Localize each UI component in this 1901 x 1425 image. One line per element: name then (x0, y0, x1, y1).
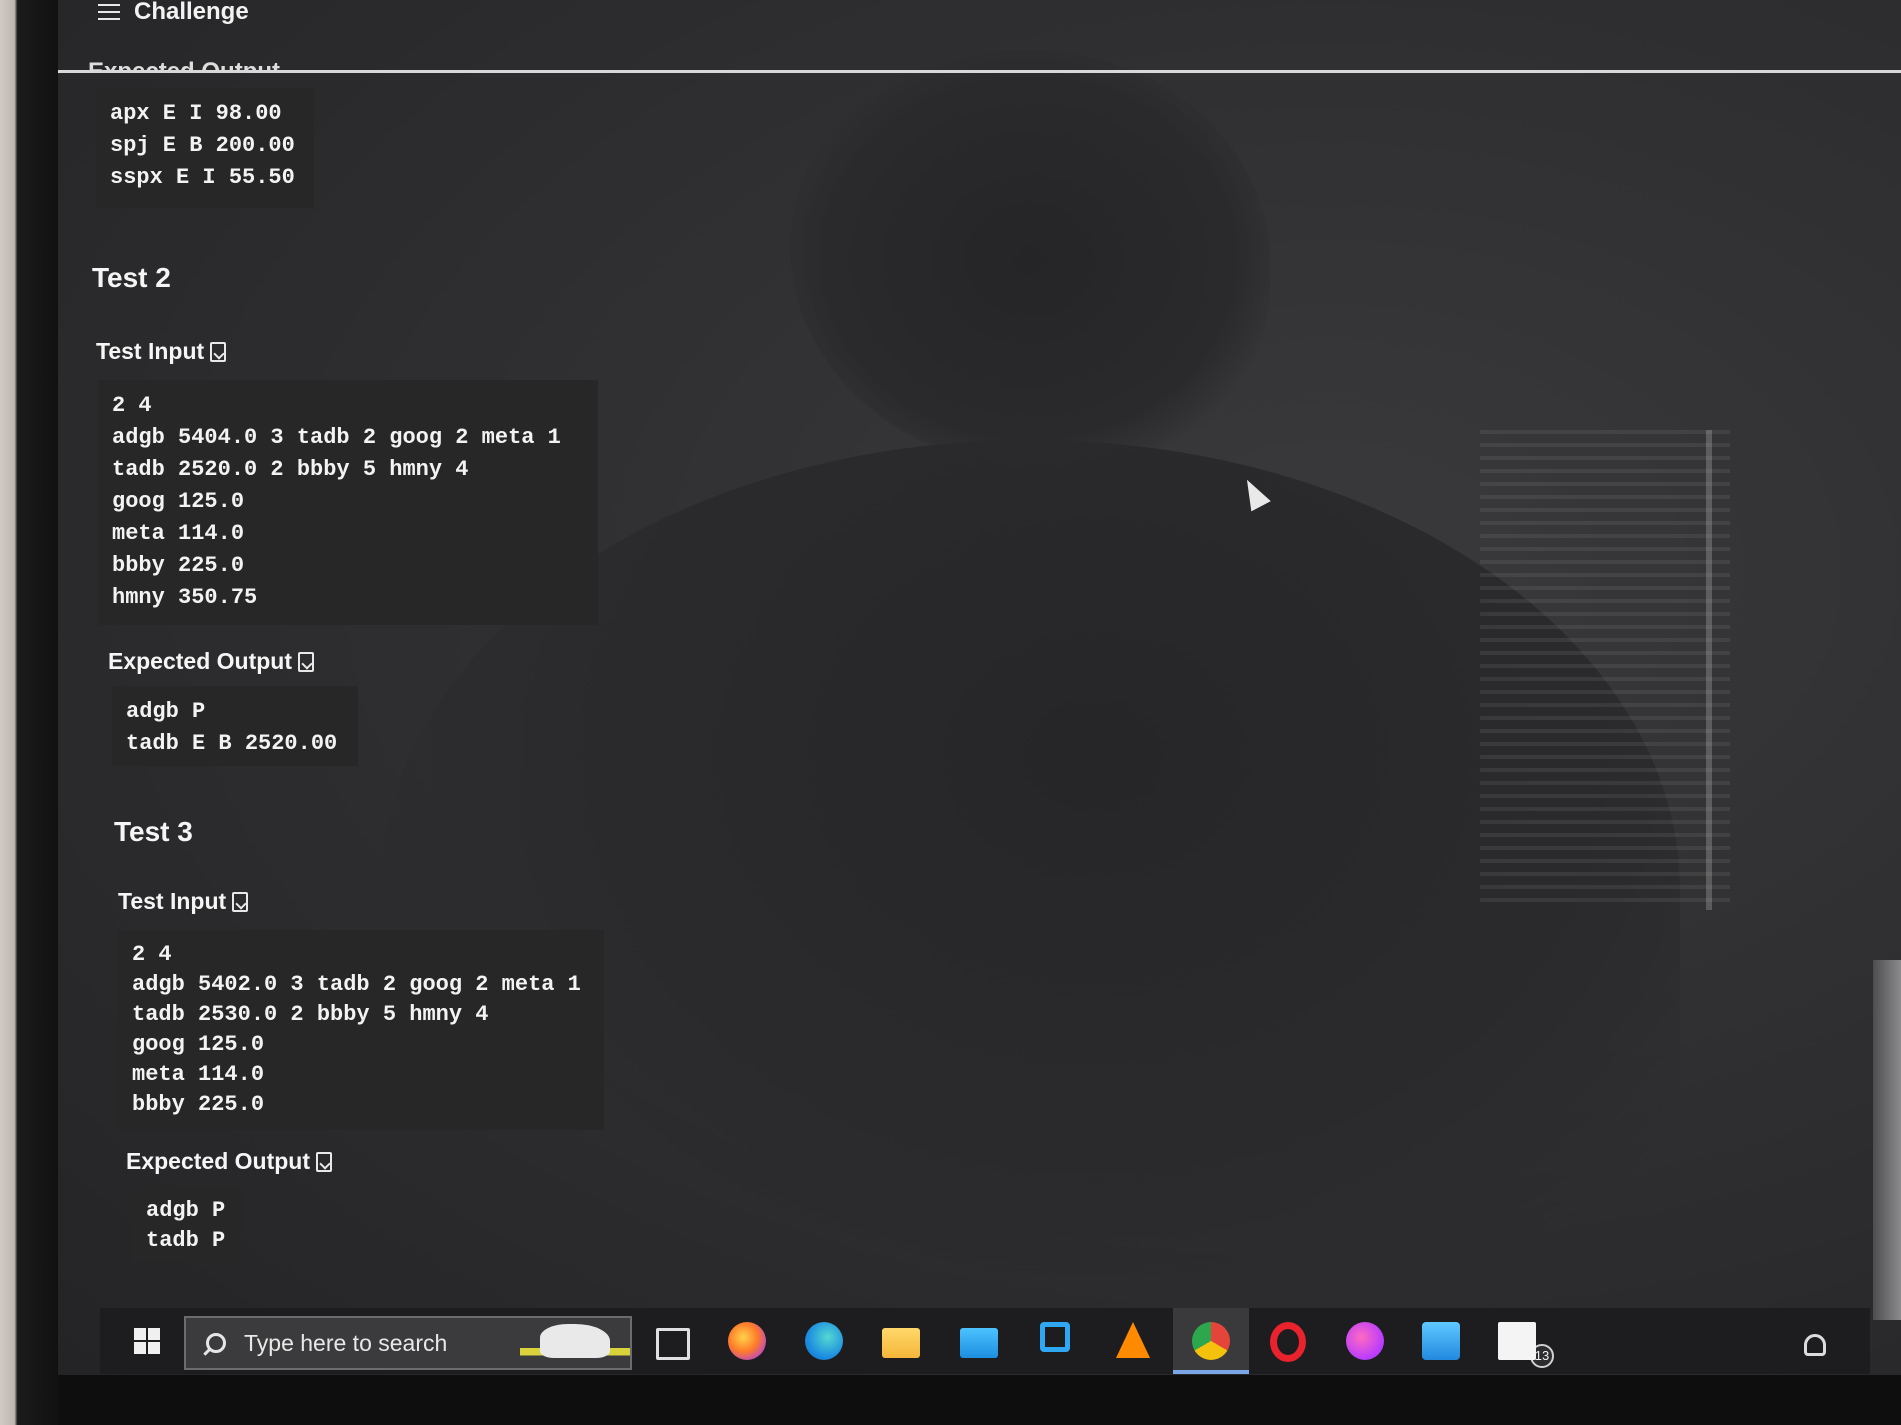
monitor-photo: Challenge Expected Output apx E I 98.00 … (0, 0, 1901, 1425)
copy-file-icon[interactable] (210, 341, 227, 362)
code-line: adgb P (126, 699, 206, 724)
vlc-icon[interactable] (1116, 1322, 1150, 1358)
code-line: sspx E I 55.50 (110, 165, 295, 190)
test-2-input-block: 2 4 adgb 5404.0 3 tadb 2 goog 2 meta 1 t… (98, 380, 598, 625)
code-line: goog 125.0 (112, 489, 245, 514)
code-line: bbby 225.0 (132, 1092, 265, 1117)
code-line: bbby 225.0 (112, 553, 245, 578)
search-icon (206, 1333, 226, 1353)
mail-icon[interactable] (960, 1328, 998, 1358)
messenger-icon[interactable] (1346, 1322, 1384, 1360)
expected-output-block: apx E I 98.00 spj E B 200.00 sspx E I 55… (96, 88, 314, 208)
screen-glare (1873, 960, 1901, 1320)
test-2-output-block: adgb P tadb E B 2520.00 (112, 686, 358, 766)
test-2-input-heading: Test Input (96, 338, 227, 365)
code-line: apx E I 98.00 (110, 101, 282, 126)
edge-icon[interactable] (805, 1322, 843, 1360)
code-line: adgb P (146, 1198, 226, 1223)
challenge-content: apx E I 98.00 spj E B 200.00 sspx E I 55… (90, 0, 910, 1280)
code-line: hmny 350.75 (112, 585, 258, 610)
code-line: 2 4 (132, 942, 172, 967)
code-line: adgb 5404.0 3 tadb 2 goog 2 meta 1 (112, 425, 561, 450)
copy-file-icon[interactable] (316, 1151, 333, 1172)
code-line: tadb E B 2520.00 (126, 731, 338, 756)
code-line: meta 114.0 (112, 521, 245, 546)
chrome-icon[interactable] (1192, 1322, 1230, 1360)
people-icon[interactable] (1804, 1334, 1826, 1356)
app-icon[interactable] (1498, 1322, 1536, 1360)
test-3-output-heading: Expected Output (126, 1148, 333, 1175)
reflection-blinds (1480, 430, 1730, 910)
taskbar-search-box[interactable]: Type here to search (184, 1316, 632, 1370)
firefox-icon[interactable] (728, 1322, 766, 1360)
test-2-output-heading: Expected Output (108, 648, 315, 675)
test-3-input-block: 2 4 adgb 5402.0 3 tadb 2 goog 2 meta 1 t… (118, 930, 604, 1130)
file-explorer-icon[interactable] (882, 1328, 920, 1358)
copy-file-icon[interactable] (232, 891, 249, 912)
code-line: tadb 2530.0 2 bbby 5 hmny 4 (132, 1002, 489, 1027)
search-placeholder: Type here to search (244, 1329, 448, 1356)
code-line: 2 4 (112, 393, 152, 418)
code-line: tadb P (146, 1228, 226, 1253)
test-input-label: Test Input (118, 888, 227, 914)
search-highlight-art (520, 1318, 630, 1368)
windows-taskbar: Type here to search 13 (100, 1308, 1870, 1374)
chat-icon[interactable] (1422, 1322, 1460, 1360)
expected-output-label: Expected Output (126, 1148, 311, 1174)
code-line: meta 114.0 (132, 1062, 265, 1087)
test-3-output-block: adgb P tadb P (132, 1186, 242, 1262)
monitor-bezel-left (0, 0, 58, 1425)
copy-file-icon[interactable] (298, 651, 315, 672)
code-line: tadb 2520.0 2 bbby 5 hmny 4 (112, 457, 469, 482)
test-2-title: Test 2 (92, 262, 171, 293)
monitor-bezel-bottom (58, 1375, 1901, 1425)
code-line: goog 125.0 (132, 1032, 265, 1057)
test-3-input-heading: Test Input (118, 888, 249, 915)
reflection-blind-rod (1706, 430, 1712, 910)
test-input-label: Test Input (96, 338, 205, 364)
expected-output-label: Expected Output (108, 648, 293, 674)
task-view-icon[interactable] (656, 1328, 690, 1360)
vscode-icon[interactable] (1040, 1322, 1070, 1352)
code-line: adgb 5402.0 3 tadb 2 goog 2 meta 1 (132, 972, 581, 997)
start-icon[interactable] (134, 1328, 160, 1354)
opera-icon[interactable] (1270, 1322, 1306, 1362)
test-3-title: Test 3 (114, 816, 193, 847)
code-line: spj E B 200.00 (110, 133, 295, 158)
